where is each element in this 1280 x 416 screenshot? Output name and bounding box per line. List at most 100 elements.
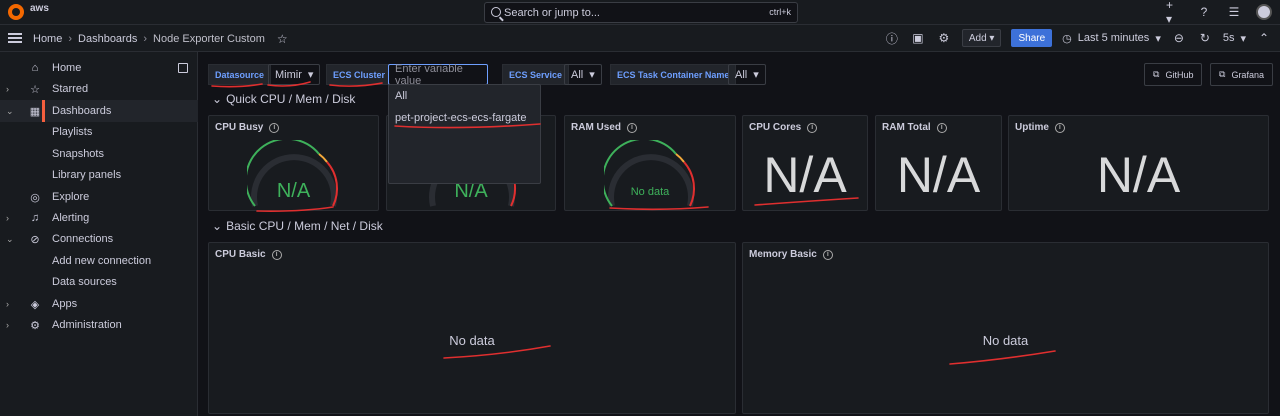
sidebar-item-administration[interactable]: › ⚙ Administration — [0, 314, 198, 336]
sidebar-label: Add new connection — [52, 255, 152, 267]
info-icon[interactable]: i — [936, 122, 947, 133]
crumb-home[interactable]: Home — [33, 33, 62, 45]
sidebar-item-snapshots[interactable]: Snapshots — [0, 143, 198, 165]
sidebar-item-explore[interactable]: ◎ Explore — [0, 186, 198, 208]
apps-icon: ◈ — [30, 298, 40, 311]
breadcrumb: Home › Dashboards › Node Exporter Custom… — [33, 32, 288, 46]
sidebar-item-alerting[interactable]: › ♫ Alerting — [0, 207, 198, 229]
info-icon[interactable]: i — [822, 249, 833, 260]
panel-title-text: CPU Busy — [215, 122, 264, 133]
info-icon[interactable]: i — [1054, 122, 1065, 133]
refresh-interval[interactable]: 5s ▾ — [1223, 32, 1246, 45]
sidebar-label: Connections — [52, 233, 114, 245]
ecs-service-label: ECS Service — [502, 64, 570, 85]
chevron-down-icon: ▾ — [753, 69, 759, 81]
external-link-icon: ⧉ — [1153, 69, 1160, 79]
panel-cpu-cores[interactable]: CPU Cores i N/A — [742, 115, 868, 211]
panel-uptime[interactable]: Uptime i N/A — [1008, 115, 1269, 211]
chevron-down-icon: ⌄ — [212, 219, 223, 233]
sidebar-item-home[interactable]: ⌂ Home — [0, 57, 198, 79]
dashboard-main: Datasource Mimir ▾ ECS Cluster Enter vari… — [198, 52, 1280, 416]
ecs-cluster-label: ECS Cluster — [326, 64, 393, 85]
star-icon[interactable]: ☆ — [277, 32, 288, 46]
info-icon[interactable]: i — [269, 122, 280, 133]
panel-title: Memory Basic i — [749, 249, 833, 260]
share-button[interactable]: Share — [1011, 29, 1053, 47]
sidebar-label: Explore — [52, 191, 90, 203]
github-link[interactable]: ⧉ GitHub — [1144, 63, 1203, 86]
row-quick[interactable]: ⌄ Quick CPU / Mem / Disk — [212, 92, 355, 106]
avatar[interactable] — [1256, 4, 1272, 20]
collapse-icon[interactable]: ⌃ — [1256, 30, 1272, 46]
chevron-down-icon: ▾ — [589, 69, 595, 81]
crumb-dashboards[interactable]: Dashboards — [78, 33, 137, 45]
grafana-logo-icon[interactable] — [8, 4, 24, 20]
ecs-cluster-input[interactable]: Enter variable value — [388, 63, 488, 87]
chevron-right-icon[interactable]: › — [6, 320, 9, 330]
rss-icon[interactable]: ☰ — [1226, 4, 1242, 20]
panel-memory-basic[interactable]: Memory Basic i No data — [742, 242, 1269, 414]
sidebar-item-apps[interactable]: › ◈ Apps — [0, 293, 198, 315]
link-icon: ⊘ — [30, 233, 40, 246]
search-bar[interactable]: Search or jump to... ctrl+k — [484, 2, 798, 23]
sidebar-item-library-panels[interactable]: Library panels — [0, 164, 198, 186]
dashboard-nav: Home › Dashboards › Node Exporter Custom… — [0, 25, 1280, 52]
dropdown-option-cluster[interactable]: pet-project-ecs-ecs-fargate — [389, 107, 540, 129]
dropdown-option-all[interactable]: All — [389, 85, 540, 107]
sidebar-label: Library panels — [52, 169, 122, 181]
sidebar-item-starred[interactable]: › ☆ Starred — [0, 78, 198, 100]
sidebar-item-connections[interactable]: ⌄ ⊘ Connections — [0, 228, 198, 250]
plus-icon[interactable]: + ▾ — [1166, 0, 1182, 26]
sidebar-item-dashboards[interactable]: ⌄ ▦ Dashboards — [0, 100, 198, 122]
gear-icon[interactable]: ⚙ — [936, 30, 952, 46]
chevron-down-icon: ⌄ — [212, 92, 223, 106]
info-icon[interactable]: i — [807, 122, 818, 133]
stat-value: N/A — [1096, 147, 1181, 203]
panel-title: RAM Total i — [882, 122, 947, 133]
info-icon[interactable]: i — [627, 122, 638, 133]
info-icon[interactable]: ⓘ — [884, 30, 900, 46]
panel-cpu-basic[interactable]: CPU Basic i No data — [208, 242, 736, 414]
chevron-right-icon[interactable]: › — [6, 213, 9, 223]
gauge-value: N/A — [276, 180, 311, 202]
chevron-down-icon[interactable]: ⌄ — [6, 106, 14, 117]
panel-ram-total[interactable]: RAM Total i N/A — [875, 115, 1002, 211]
grafana-link[interactable]: ⧉ Grafana — [1210, 63, 1273, 86]
panel-ram-used[interactable]: RAM Used i No data — [564, 115, 736, 211]
search-shortcut: ctrl+k — [769, 7, 791, 17]
panel-title: Uptime i — [1015, 122, 1065, 133]
sidebar-item-data-sources[interactable]: Data sources — [0, 271, 198, 293]
zoom-out-icon[interactable]: ⊖ — [1171, 30, 1187, 46]
chevron-down-icon[interactable]: ⌄ — [6, 234, 14, 245]
menu-icon[interactable] — [8, 33, 22, 43]
bell-icon: ♫ — [30, 212, 40, 224]
stat-value: N/A — [763, 147, 847, 203]
ecs-cluster-dropdown: All pet-project-ecs-ecs-fargate — [388, 84, 541, 184]
chevron-right-icon[interactable]: › — [6, 299, 9, 309]
stat-value: N/A — [896, 147, 981, 203]
sidebar: ⌂ Home › ☆ Starred ⌄ ▦ Dashboards Playlists S… — [0, 52, 198, 416]
time-range-label: Last 5 minutes — [1077, 32, 1150, 44]
chevron-down-icon: ▾ — [307, 69, 314, 81]
sidebar-label: Starred — [52, 83, 89, 95]
compass-icon: ◎ — [30, 191, 40, 204]
no-data-text: No data — [982, 333, 1029, 348]
panel-title: CPU Busy i — [215, 122, 280, 133]
add-button[interactable]: Add ▾ — [961, 29, 1002, 47]
row-basic[interactable]: ⌄ Basic CPU / Mem / Net / Disk — [212, 219, 383, 233]
info-icon[interactable]: i — [271, 249, 282, 260]
time-picker[interactable]: ◷ Last 5 minutes ▾ — [1062, 32, 1161, 45]
ecs-task-select[interactable]: All ▾ — [728, 64, 766, 85]
ecs-service-select[interactable]: All ▾ — [564, 64, 602, 85]
sidebar-item-add-new-connection[interactable]: Add new connection — [0, 250, 198, 272]
search-placeholder: Search or jump to... — [504, 7, 600, 19]
sidebar-label: Data sources — [52, 276, 117, 288]
chevron-right-icon[interactable]: › — [6, 84, 9, 94]
row-basic-title: Basic CPU / Mem / Net / Disk — [226, 219, 383, 233]
refresh-icon[interactable]: ↻ — [1197, 30, 1213, 46]
help-icon[interactable]: ? — [1196, 4, 1212, 20]
sidebar-item-playlists[interactable]: Playlists — [0, 121, 198, 143]
datasource-select[interactable]: Mimir ▾ — [268, 64, 321, 85]
panel-cpu-busy[interactable]: CPU Busy i N/A — [208, 115, 379, 211]
save-icon[interactable]: ▣ — [910, 30, 926, 46]
